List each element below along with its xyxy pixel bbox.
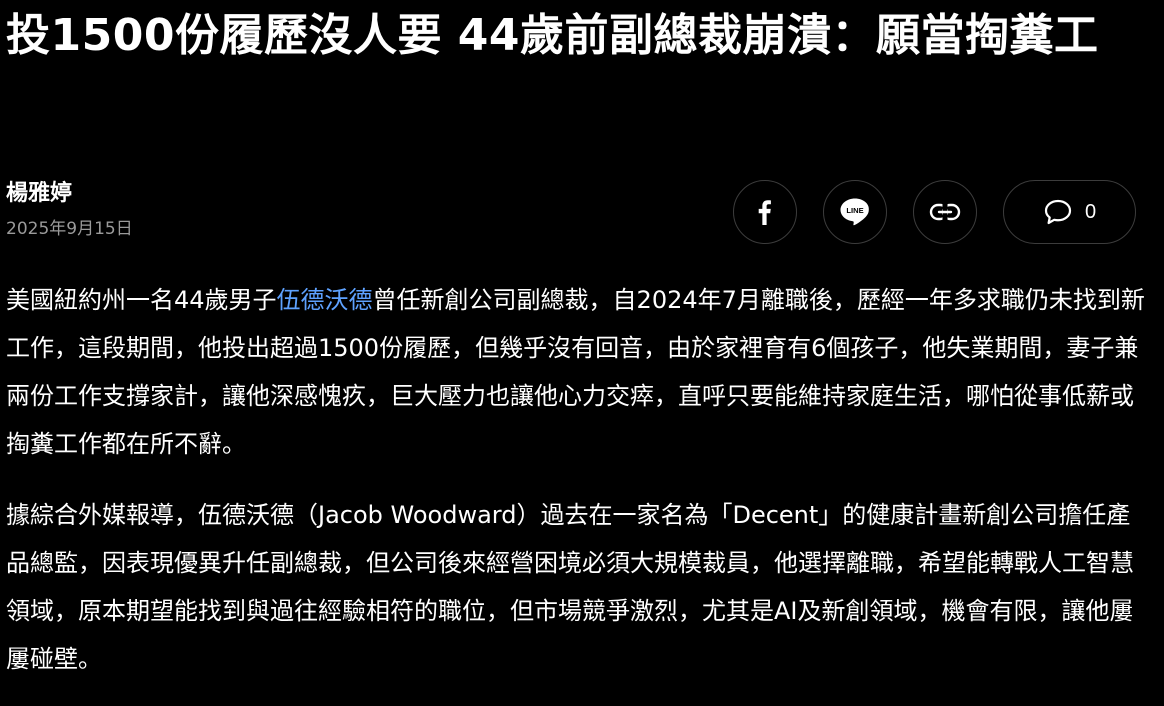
share-facebook-button[interactable]	[733, 180, 797, 244]
share-line-button[interactable]: LINE	[823, 180, 887, 244]
line-icon: LINE	[840, 198, 869, 226]
article-paragraph: 據綜合外媒報導，伍德沃德（Jacob Woodward）過去在一家名為「Dece…	[6, 501, 1134, 673]
link-icon	[929, 203, 961, 221]
article-headline: 投1500份履歷沒人要 44歲前副總裁崩潰：願當掏糞工	[6, 10, 1099, 61]
comments-button[interactable]: 0	[1003, 180, 1136, 244]
author-name[interactable]: 楊雅婷	[6, 180, 72, 208]
article-byline: 楊雅婷 2025年9月15日 LINE 0	[6, 180, 1158, 246]
article: 投1500份履歷沒人要 44歲前副總裁崩潰：願當掏糞工 楊雅婷 2025年9月1…	[6, 0, 1158, 673]
copy-link-button[interactable]	[913, 180, 977, 244]
publish-date: 2025年9月15日	[6, 219, 133, 239]
paragraph-text: 美國紐約州一名44歲男子	[6, 286, 277, 314]
article-body: 美國紐約州一名44歲男子伍德沃德曾任新創公司副總裁，自2024年7月離職後，歷經…	[6, 276, 1146, 706]
comment-count: 0	[1084, 200, 1097, 223]
person-tag-link[interactable]: 伍德沃德	[277, 286, 373, 314]
svg-text:LINE: LINE	[846, 206, 863, 215]
comment-icon	[1044, 199, 1072, 225]
facebook-icon	[758, 200, 771, 225]
article-paragraph: 美國紐約州一名44歲男子伍德沃德曾任新創公司副總裁，自2024年7月離職後，歷經…	[6, 276, 1146, 468]
